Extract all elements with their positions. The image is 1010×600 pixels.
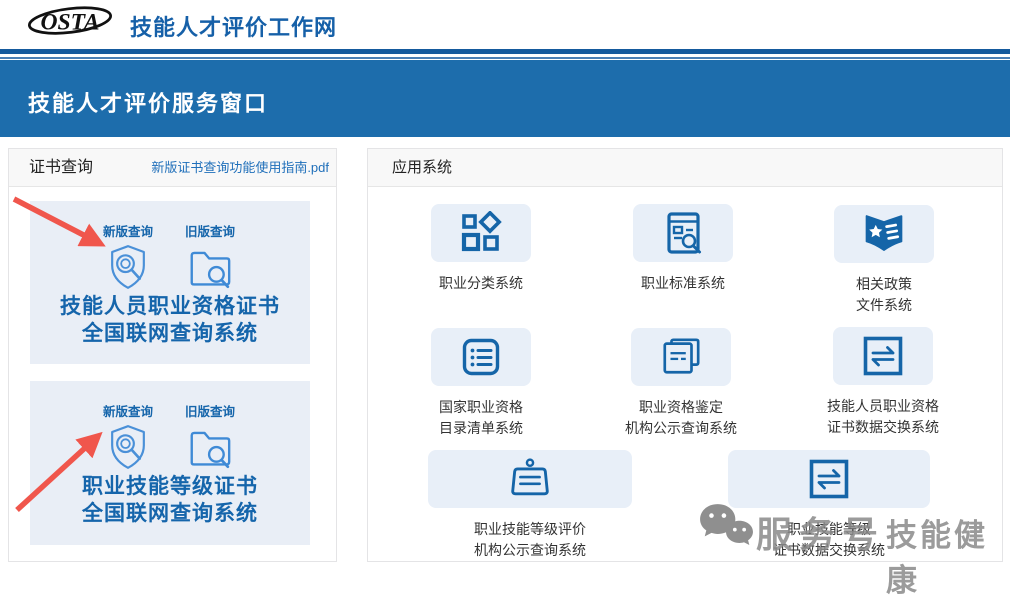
certificate-panel-title: 证书查询 bbox=[29, 149, 93, 186]
shield-search-icon[interactable] bbox=[108, 243, 148, 296]
cert-card-skill-level: 新版查询 旧版查询 职业技能等级证书 全国联网查询系统 bbox=[30, 381, 310, 545]
app-item-national-qualification-catalog[interactable]: 国家职业资格 目录清单系统 bbox=[400, 328, 562, 439]
stacked-documents-icon bbox=[631, 328, 731, 386]
app-label: 职业分类系统 bbox=[400, 273, 562, 294]
shield-search-icon[interactable] bbox=[108, 423, 148, 476]
app-item-occupation-classification[interactable]: 职业分类系统 bbox=[400, 204, 562, 294]
card-title-line1: 职业技能等级证书 bbox=[30, 473, 310, 500]
osta-logo: OSTA bbox=[26, 6, 114, 46]
app-item-occupation-standards[interactable]: 职业标准系统 bbox=[602, 204, 764, 294]
app-label: 目录清单系统 bbox=[400, 418, 562, 439]
app-label: 证书数据交换系统 bbox=[802, 417, 964, 438]
card-title-line2: 全国联网查询系统 bbox=[30, 500, 310, 527]
app-label: 相关政策 bbox=[803, 274, 965, 295]
card-title-line1: 技能人员职业资格证书 bbox=[30, 293, 310, 320]
cert-card-qualification: 新版查询 旧版查询 技能人员职业资格证书 全国联网查询系统 bbox=[30, 201, 310, 364]
service-banner: 技能人才评价服务窗口 bbox=[0, 60, 1010, 137]
data-exchange-icon bbox=[833, 327, 933, 385]
old-version-query-link[interactable]: 旧版查询 bbox=[170, 401, 250, 420]
guide-pdf-link[interactable]: 新版证书查询功能使用指南.pdf bbox=[151, 149, 329, 186]
application-systems-panel: 应用系统 职业分类系统 职业标准系统 bbox=[367, 148, 1003, 562]
app-item-qualification-cert-data-exchange[interactable]: 技能人员职业资格 证书数据交换系统 bbox=[802, 327, 964, 438]
site-header: OSTA 技能人才评价工作网 bbox=[0, 0, 1010, 52]
list-icon bbox=[431, 328, 531, 386]
app-item-qualification-appraisal-orgs[interactable]: 职业资格鉴定 机构公示查询系统 bbox=[600, 328, 762, 439]
signboard-icon bbox=[428, 450, 632, 508]
data-exchange-icon bbox=[728, 450, 930, 508]
new-version-query-link[interactable]: 新版查询 bbox=[88, 221, 168, 240]
app-item-policy-documents[interactable]: 相关政策 文件系统 bbox=[803, 205, 965, 316]
grid-category-icon bbox=[431, 204, 531, 262]
app-item-skill-level-evaluation-orgs[interactable]: 职业技能等级评价 机构公示查询系统 bbox=[428, 450, 632, 561]
book-star-icon bbox=[834, 205, 934, 263]
app-label: 机构公示查询系统 bbox=[600, 418, 762, 439]
app-label: 职业技能等级 bbox=[728, 519, 930, 540]
certificate-panel-header: 证书查询 新版证书查询功能使用指南.pdf bbox=[9, 149, 336, 187]
card-title: 职业技能等级证书 全国联网查询系统 bbox=[30, 473, 310, 527]
folder-search-icon[interactable] bbox=[187, 247, 233, 294]
card-title-line2: 全国联网查询系统 bbox=[30, 320, 310, 347]
site-title: 技能人才评价工作网 bbox=[130, 10, 337, 42]
app-label: 职业资格鉴定 bbox=[600, 397, 762, 418]
app-label: 职业技能等级评价 bbox=[428, 519, 632, 540]
app-item-skill-level-cert-data-exchange[interactable]: 职业技能等级 证书数据交换系统 bbox=[728, 450, 930, 561]
folder-search-icon[interactable] bbox=[187, 427, 233, 474]
header-divider-thin bbox=[0, 57, 1010, 59]
app-label: 技能人员职业资格 bbox=[802, 396, 964, 417]
app-label: 证书数据交换系统 bbox=[728, 540, 930, 561]
new-version-query-link[interactable]: 新版查询 bbox=[88, 401, 168, 420]
app-label: 职业标准系统 bbox=[602, 273, 764, 294]
apps-panel-header: 应用系统 bbox=[368, 149, 1002, 187]
document-search-icon bbox=[633, 204, 733, 262]
card-title: 技能人员职业资格证书 全国联网查询系统 bbox=[30, 293, 310, 347]
app-label: 机构公示查询系统 bbox=[428, 540, 632, 561]
banner-title: 技能人才评价服务窗口 bbox=[28, 86, 268, 118]
old-version-query-link[interactable]: 旧版查询 bbox=[170, 221, 250, 240]
app-label: 文件系统 bbox=[803, 295, 965, 316]
certificate-query-panel: 证书查询 新版证书查询功能使用指南.pdf 新版查询 旧版查询 技能人员职业资格… bbox=[8, 148, 337, 562]
header-divider-thick bbox=[0, 49, 1010, 54]
osta-logo-text: OSTA bbox=[40, 10, 99, 36]
app-label: 国家职业资格 bbox=[400, 397, 562, 418]
apps-panel-title: 应用系统 bbox=[392, 149, 452, 186]
